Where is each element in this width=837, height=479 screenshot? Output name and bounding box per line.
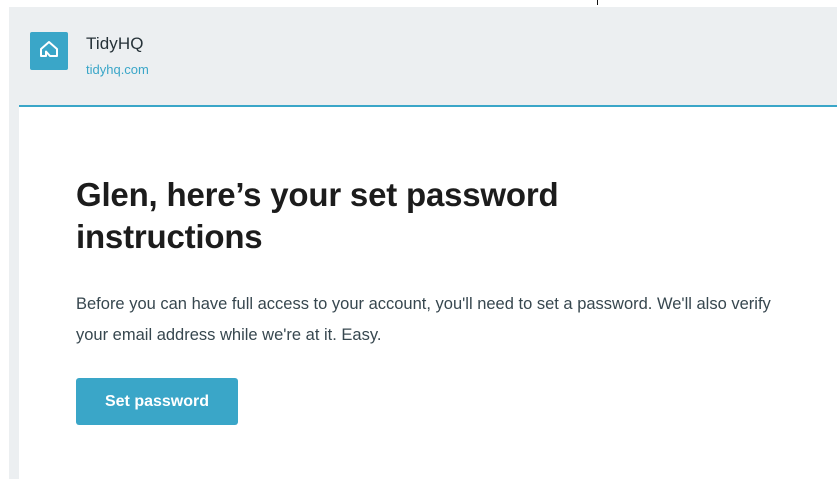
email-body-text: Before you can have full access to your … xyxy=(76,295,771,344)
email-frame: TidyHQ tidyhq.com Glen, here’s your set … xyxy=(9,7,837,479)
email-header: TidyHQ tidyhq.com xyxy=(19,7,837,107)
brand-logo xyxy=(30,32,68,70)
brand-url-link[interactable]: tidyhq.com xyxy=(86,62,149,77)
tidyhq-house-logo-icon xyxy=(38,39,60,64)
brand-name: TidyHQ xyxy=(86,34,144,53)
email-headline: Glen, here’s your set password instructi… xyxy=(76,176,559,255)
email-body-card: Glen, here’s your set password instructi… xyxy=(19,107,837,479)
set-password-button[interactable]: Set password xyxy=(76,378,238,425)
cursor-mark xyxy=(597,0,598,5)
